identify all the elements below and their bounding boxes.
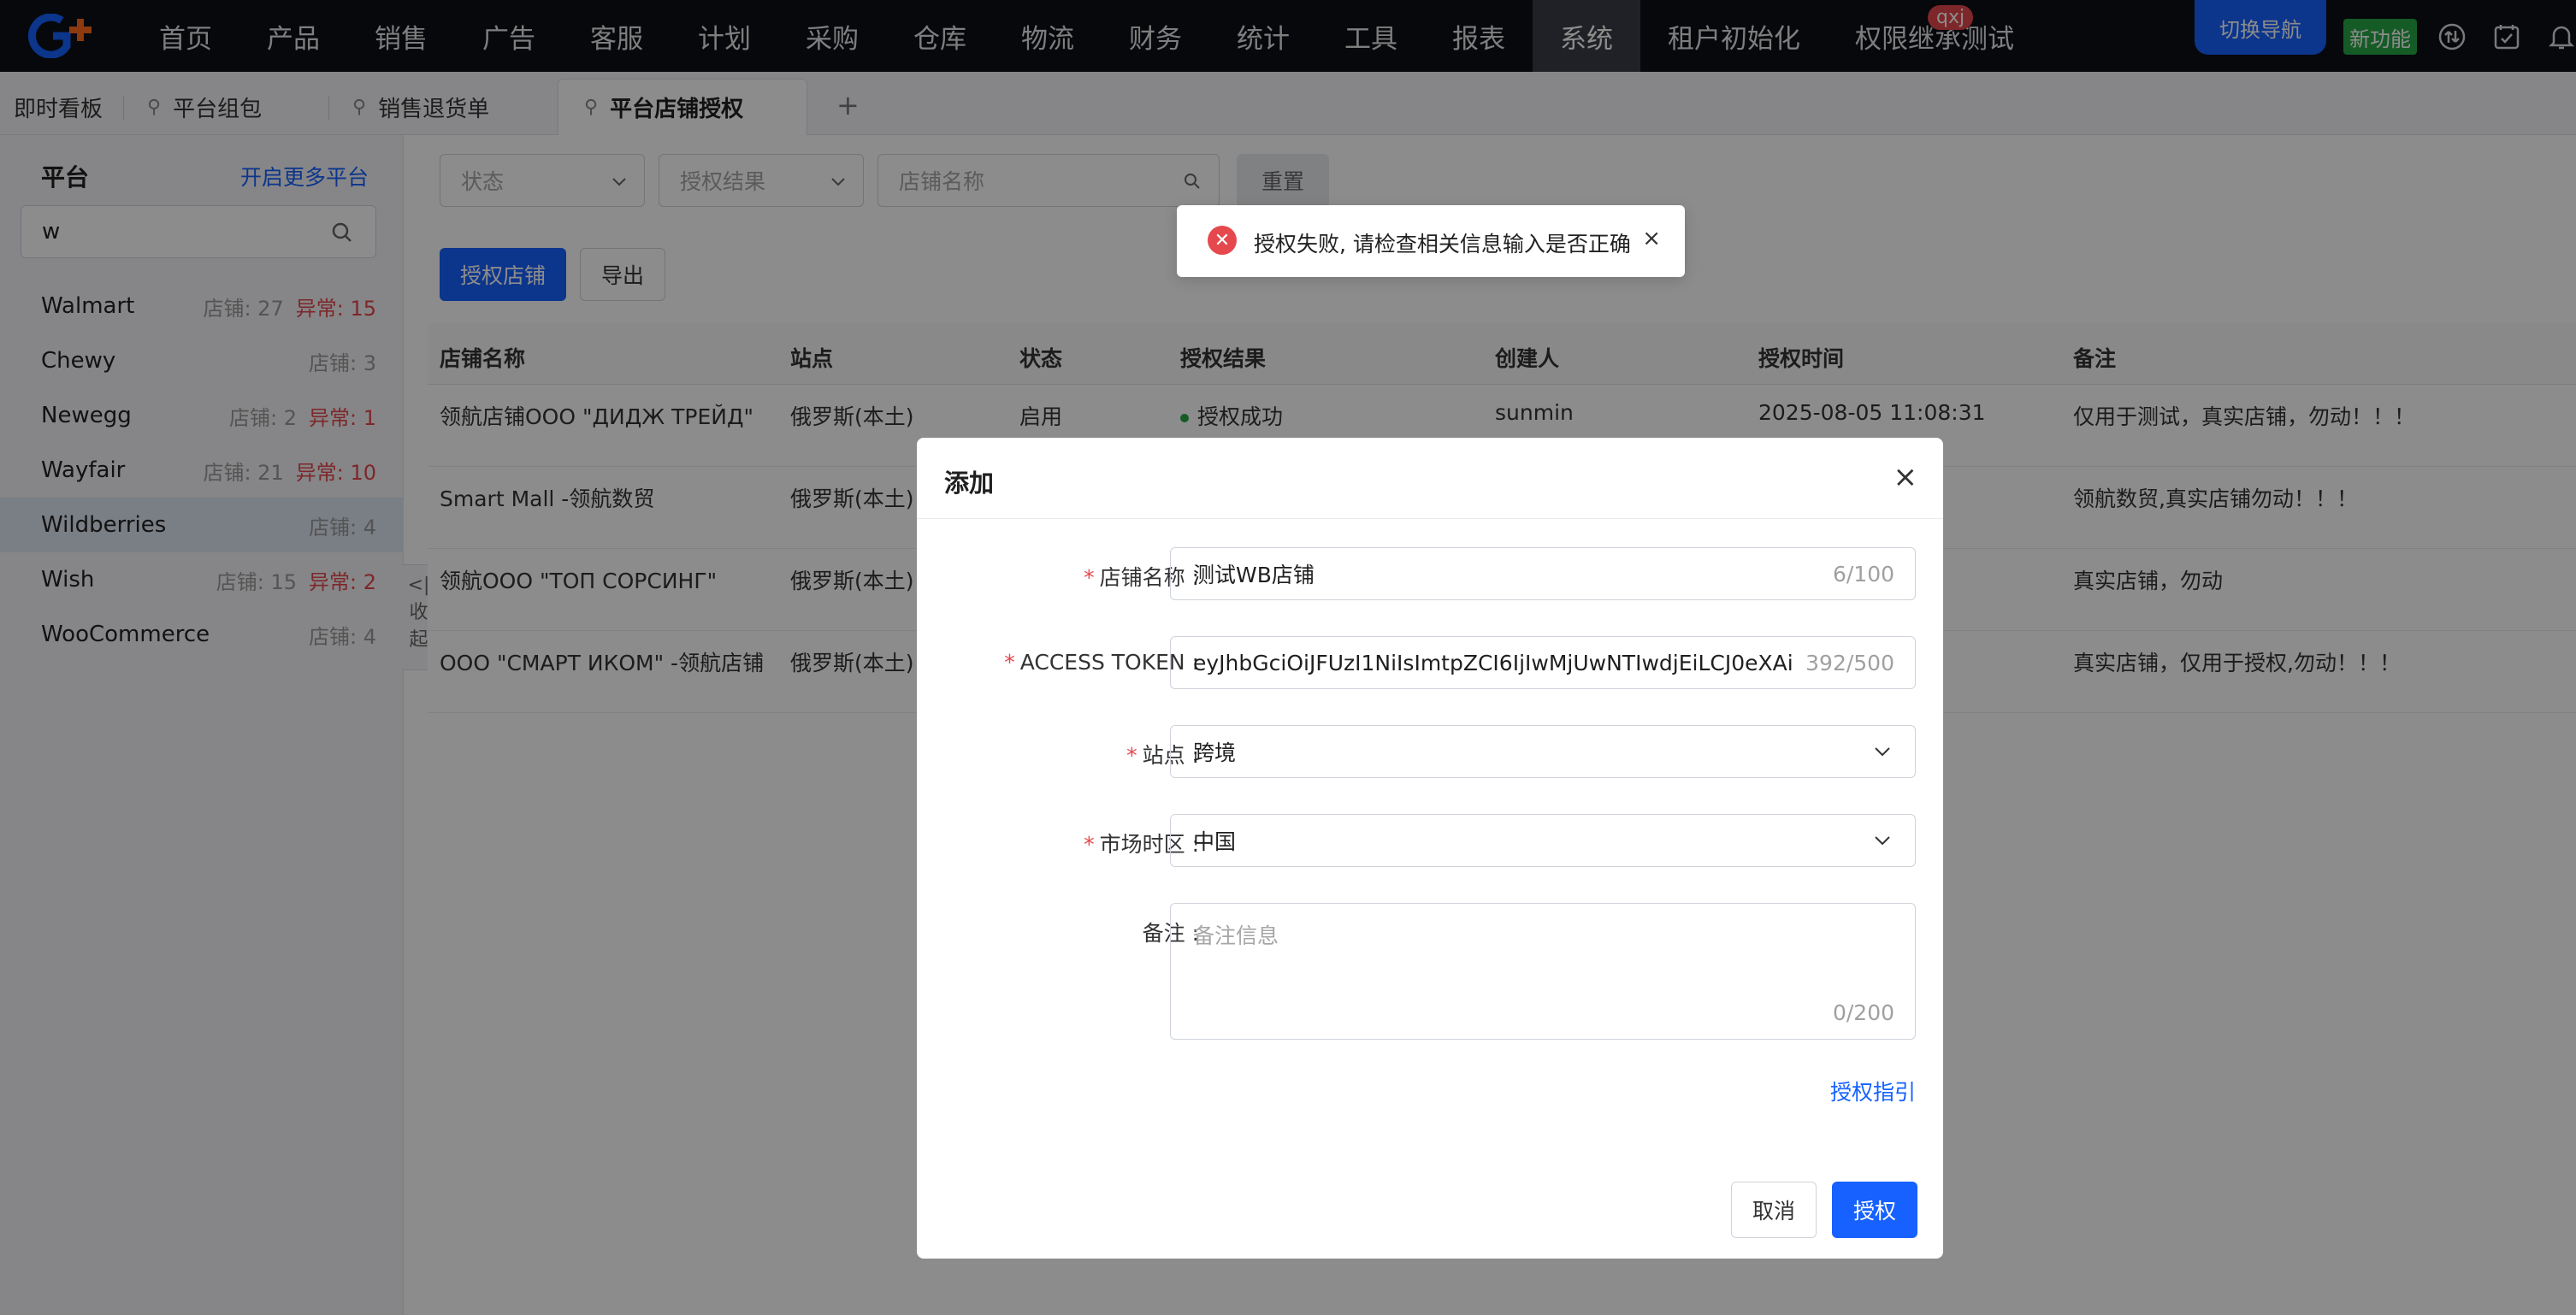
remark-textarea[interactable]: 备注信息 0/200 xyxy=(1170,903,1916,1040)
chevron-down-icon xyxy=(1875,836,1890,846)
market-timezone-select[interactable]: 中国 xyxy=(1170,814,1916,867)
close-icon[interactable]: × xyxy=(1894,460,1918,494)
site-row: * 站点 : 跨境 xyxy=(917,725,1943,778)
error-toast: ✕ 授权失败, 请检查相关信息输入是否正确 × xyxy=(1177,205,1685,277)
toast-message: 授权失败, 请检查相关信息输入是否正确 xyxy=(1254,232,1631,257)
cancel-button[interactable]: 取消 xyxy=(1731,1182,1817,1238)
access-token-input[interactable]: eyJhbGciOiJFUzI1NiIsImtpZCI6IjIwMjUwNTIw… xyxy=(1170,636,1916,689)
timezone-row: * 市场时区 : 中国 xyxy=(917,814,1943,867)
store-name-input[interactable]: 测试WB店铺 6/100 xyxy=(1170,547,1916,600)
site-select[interactable]: 跨境 xyxy=(1170,725,1916,778)
chevron-down-icon xyxy=(1875,747,1890,757)
remark-row: 备注 : 备注信息 0/200 xyxy=(917,903,1943,1040)
store-name-row: * 店铺名称 : 测试WB店铺 6/100 xyxy=(917,547,1943,600)
access-token-row: * ACCESS TOKEN : eyJhbGciOiJFUzI1NiIsImtp… xyxy=(917,636,1943,689)
error-icon: ✕ xyxy=(1208,226,1237,255)
authorization-guide-link[interactable]: 授权指引 xyxy=(1830,1076,1916,1106)
close-icon[interactable]: × xyxy=(1642,226,1661,251)
add-store-dialog: 添加 × * 店铺名称 : 测试WB店铺 6/100 * ACCESS TOKEN … xyxy=(917,438,1943,1259)
dialog-title: 添加 xyxy=(944,469,995,498)
authorize-button[interactable]: 授权 xyxy=(1832,1182,1917,1238)
